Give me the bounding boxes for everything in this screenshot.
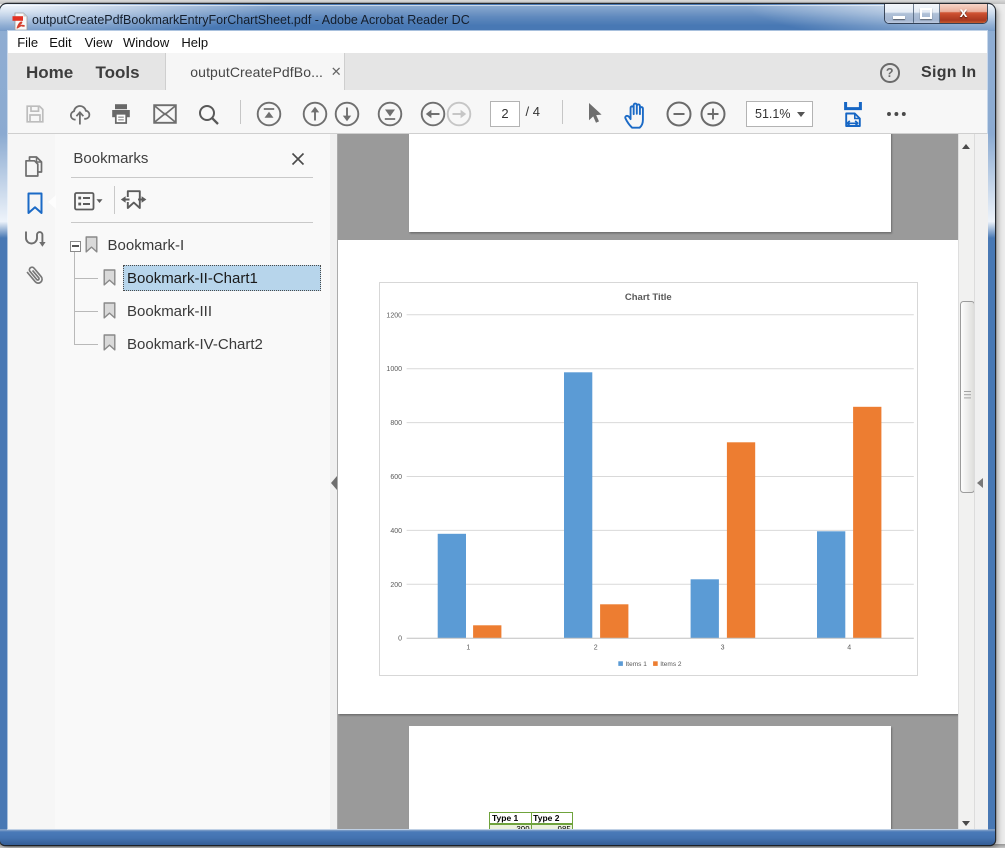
svg-text:1000: 1000 bbox=[386, 366, 402, 373]
svg-text:1200: 1200 bbox=[386, 312, 402, 319]
svg-text:4: 4 bbox=[847, 644, 851, 651]
svg-text:2: 2 bbox=[594, 644, 598, 651]
svg-text:600: 600 bbox=[390, 474, 402, 481]
svg-text:Items 2: Items 2 bbox=[660, 661, 682, 668]
svg-text:800: 800 bbox=[390, 420, 402, 427]
svg-text:400: 400 bbox=[390, 528, 402, 535]
svg-text:3: 3 bbox=[721, 644, 725, 651]
svg-text:0: 0 bbox=[398, 635, 402, 642]
svg-text:200: 200 bbox=[390, 581, 402, 588]
svg-text:Chart Title: Chart Title bbox=[625, 292, 672, 303]
svg-text:Items 1: Items 1 bbox=[625, 661, 647, 668]
svg-text:1: 1 bbox=[466, 644, 470, 651]
